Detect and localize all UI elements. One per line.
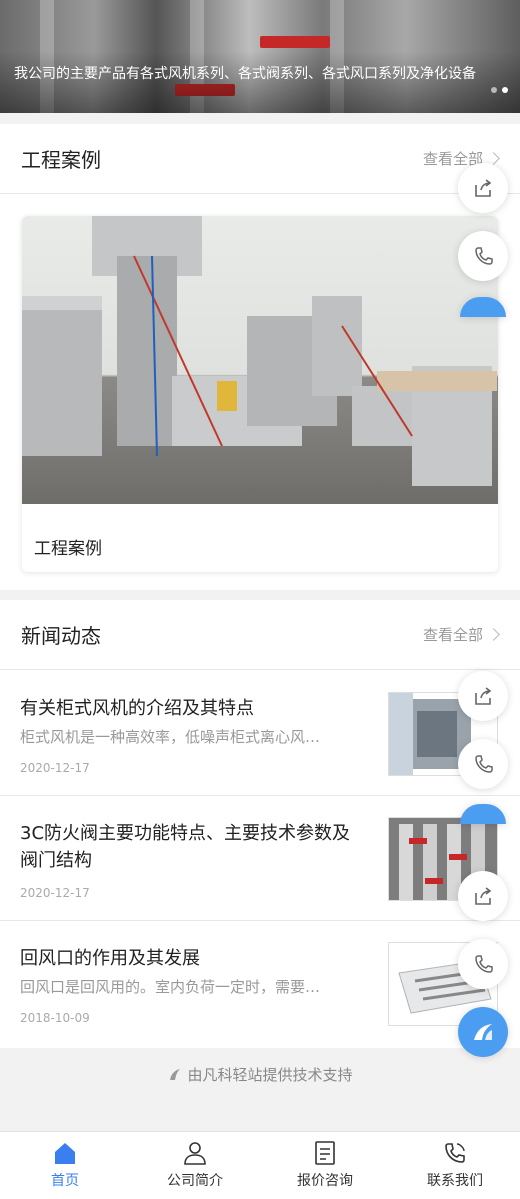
tab-quote-inquiry[interactable]: 报价咨询	[260, 1132, 390, 1199]
tech-support-footer: 由凡科轻站提供技术支持	[0, 1064, 520, 1085]
rooftop-ducts-illustration	[22, 216, 497, 486]
phone-icon	[475, 755, 493, 773]
news-section: 新闻动态 查看全部 有关柜式风机的介绍及其特点 柜式风机是一种高效率，低噪声柜式…	[0, 600, 520, 1048]
call-button[interactable]	[458, 739, 508, 789]
home-icon	[55, 1143, 75, 1164]
tab-label: 首页	[51, 1173, 79, 1189]
share-icon	[475, 179, 492, 197]
share-button[interactable]	[458, 671, 508, 721]
phone-icon	[475, 955, 493, 973]
bottom-tab-bar: 首页 公司简介 报价咨询 联系我们	[0, 1131, 520, 1199]
phone-icon	[445, 1143, 465, 1163]
brand-logo-icon	[474, 1024, 492, 1040]
cases-header: 工程案例 查看全部	[0, 124, 520, 194]
carousel-dot-active[interactable]	[502, 87, 508, 93]
brand-float-button[interactable]	[458, 1007, 508, 1057]
news-item-date: 2020-12-17	[20, 886, 90, 900]
news-item[interactable]: 回风口的作用及其发展 回风口是回风用的。室内负荷一定时，需要… 2018-10-…	[0, 921, 520, 1046]
tab-label: 联系我们	[427, 1173, 483, 1189]
news-item[interactable]: 有关柜式风机的介绍及其特点 柜式风机是一种高效率，低噪声柜式离心风… 2020-…	[0, 671, 520, 796]
chevron-right-icon	[487, 628, 500, 641]
share-icon	[475, 687, 492, 705]
news-view-all-link[interactable]: 查看全部	[422, 624, 500, 645]
top-banner-carousel[interactable]: 我公司的主要产品有各式风机系列、各式阀系列、各式风口系列及净化设备	[0, 0, 520, 113]
case-image	[22, 216, 498, 504]
news-item-desc: 柜式风机是一种高效率，低噪声柜式离心风…	[20, 728, 321, 746]
document-icon	[315, 1141, 335, 1165]
person-icon	[184, 1142, 206, 1165]
tab-company-intro[interactable]: 公司简介	[130, 1132, 260, 1199]
news-item-title: 3C防火阀主要功能特点、主要技术参数及阀门结构	[20, 823, 351, 871]
brand-leaf-icon	[170, 1069, 181, 1080]
tab-home[interactable]: 首页	[0, 1132, 130, 1199]
news-title: 新闻动态	[21, 624, 101, 648]
tab-label: 报价咨询	[297, 1173, 353, 1189]
share-icon	[475, 887, 492, 905]
tech-support-text: 由凡科轻站提供技术支持	[187, 1066, 353, 1084]
news-item-title: 回风口的作用及其发展	[20, 948, 200, 969]
call-button[interactable]	[458, 939, 508, 989]
news-item-date: 2020-12-17	[20, 761, 90, 775]
tab-contact-us[interactable]: 联系我们	[390, 1132, 520, 1199]
share-button[interactable]	[458, 871, 508, 921]
news-item-title: 有关柜式风机的介绍及其特点	[20, 698, 254, 719]
case-card[interactable]: 工程案例	[22, 216, 498, 572]
carousel-dot[interactable]	[491, 87, 497, 93]
view-all-label: 查看全部	[422, 626, 483, 644]
tab-label: 公司简介	[167, 1173, 223, 1189]
carousel-dots	[491, 87, 508, 93]
phone-icon	[475, 247, 493, 265]
cases-title: 工程案例	[21, 148, 101, 172]
news-item-desc: 回风口是回风用的。室内负荷一定时，需要…	[20, 978, 321, 996]
call-button[interactable]	[458, 231, 508, 281]
banner-caption: 我公司的主要产品有各式风机系列、各式阀系列、各式风口系列及净化设备	[14, 66, 476, 82]
share-button[interactable]	[458, 163, 508, 213]
case-card-title: 工程案例	[34, 539, 102, 559]
news-item[interactable]: 3C防火阀主要功能特点、主要技术参数及阀门结构 2020-12-17	[0, 796, 520, 921]
news-item-date: 2018-10-09	[20, 1011, 90, 1025]
banner-decor	[260, 36, 330, 48]
news-header: 新闻动态 查看全部	[0, 600, 520, 670]
